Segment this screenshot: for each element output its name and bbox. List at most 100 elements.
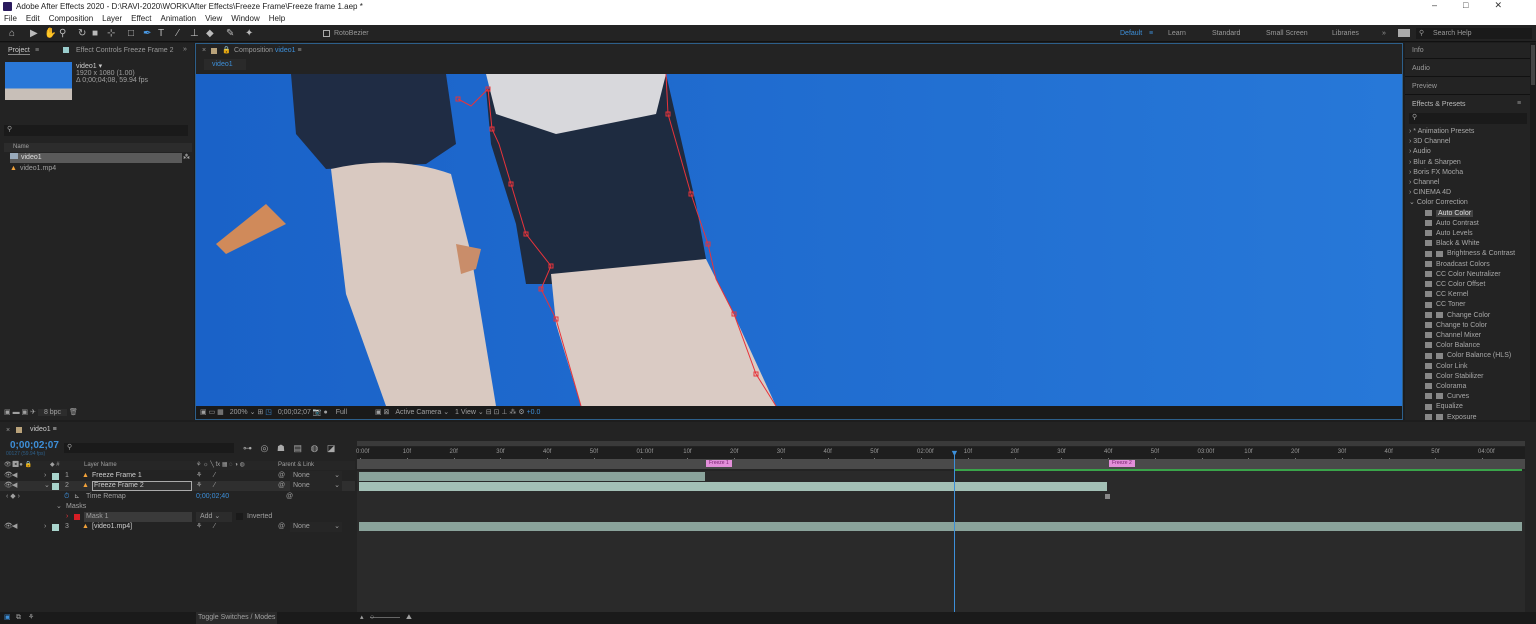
- column-layer-name[interactable]: Layer Name: [84, 461, 117, 470]
- audio-icon[interactable]: ◀: [12, 471, 17, 481]
- viewer-timecode[interactable]: 0;00;02;07: [278, 409, 311, 416]
- effect-item[interactable]: CC Toner: [1425, 300, 1465, 310]
- menu-edit[interactable]: Edit: [26, 13, 40, 25]
- effect-item[interactable]: Broadcast Colors: [1425, 260, 1490, 270]
- resolution-select[interactable]: Full: [336, 409, 347, 416]
- audio-icon[interactable]: ◀: [12, 481, 17, 491]
- snapshot-icon[interactable]: 📷: [313, 409, 322, 416]
- layer-name[interactable]: [video1.mp4]: [92, 522, 132, 532]
- panel-menu-icon[interactable]: ≡: [35, 47, 39, 54]
- mask-name[interactable]: Mask 1: [84, 512, 192, 522]
- zoom-icon[interactable]: ⚲: [59, 28, 66, 39]
- menu-file[interactable]: File: [4, 13, 17, 25]
- exposure-value[interactable]: +0.0: [527, 409, 541, 416]
- chevron-down-icon[interactable]: ⌄: [44, 481, 50, 491]
- audio-panel[interactable]: Audio: [1412, 65, 1430, 72]
- marker-freeze-1[interactable]: Freeze 1: [706, 460, 732, 467]
- project-search-input[interactable]: ⚲: [4, 125, 188, 136]
- effect-item[interactable]: CC Color Offset: [1425, 280, 1485, 290]
- new-comp-icon[interactable]: ▣: [22, 409, 29, 416]
- eraser-icon[interactable]: ◆: [206, 28, 214, 39]
- hand-icon[interactable]: ✋: [44, 28, 56, 39]
- close-tab-icon[interactable]: ×: [6, 427, 10, 434]
- flowchart-icon[interactable]: ⁂: [509, 409, 516, 416]
- comp-flowchart-icon[interactable]: ⊶: [243, 443, 252, 453]
- zoom-select[interactable]: 200%: [230, 409, 248, 416]
- zoom-slider-handle[interactable]: ○: [370, 612, 374, 624]
- pickwhip-icon[interactable]: @: [278, 481, 285, 491]
- toggle-pixel-icon[interactable]: ⊟: [486, 409, 492, 416]
- view-layout-select[interactable]: 1 View: [455, 409, 476, 416]
- effect-item[interactable]: Auto Color: [1425, 209, 1474, 219]
- effect-item[interactable]: Channel Mixer: [1425, 331, 1481, 341]
- menu-effect[interactable]: Effect: [131, 13, 151, 25]
- info-panel[interactable]: Info: [1412, 47, 1424, 54]
- collapse-switch-icon[interactable]: ⚘: [196, 471, 202, 481]
- layer-bar-freeze-frame-2[interactable]: [359, 482, 1107, 491]
- chevron-down-icon[interactable]: ⌄: [56, 502, 62, 512]
- chevron-right-icon[interactable]: ›: [66, 512, 68, 522]
- stopwatch-icon[interactable]: ⏱: [64, 492, 69, 502]
- parent-select[interactable]: None ⌄: [290, 481, 342, 491]
- zoom-out-icon[interactable]: ▴: [360, 612, 364, 624]
- effect-item[interactable]: CC Kernel: [1425, 290, 1468, 300]
- mask-color-swatch[interactable]: [74, 514, 80, 520]
- layer-bar-freeze-frame-1[interactable]: [359, 472, 705, 481]
- parent-select[interactable]: None ⌄: [290, 471, 342, 481]
- effect-item[interactable]: Color Balance: [1425, 341, 1480, 351]
- graph-editor-icon[interactable]: ◪: [327, 443, 336, 453]
- label-color[interactable]: [52, 473, 59, 480]
- effect-item[interactable]: Color Link: [1425, 362, 1468, 372]
- motion-blur-icon[interactable]: ◍: [311, 443, 319, 453]
- chevron-right-icon[interactable]: ›: [44, 471, 46, 481]
- workspace-small-screen[interactable]: Small Screen: [1266, 30, 1308, 37]
- effect-item[interactable]: CC Color Neutralizer: [1425, 270, 1501, 280]
- workspace-learn[interactable]: Learn: [1168, 30, 1186, 37]
- chevron-right-icon[interactable]: ›: [44, 522, 46, 532]
- track-area[interactable]: [357, 471, 1525, 612]
- home-icon[interactable]: ⌂: [9, 28, 15, 39]
- menu-animation[interactable]: Animation: [160, 13, 196, 25]
- collapse-switch-icon[interactable]: ⚘: [196, 481, 202, 491]
- work-area-bar[interactable]: [357, 441, 1525, 446]
- exposure-icon[interactable]: ⚙: [518, 409, 524, 416]
- effect-item[interactable]: Black & White: [1425, 239, 1480, 249]
- transparency-icon[interactable]: ◳: [265, 409, 272, 416]
- playhead-line[interactable]: [954, 452, 955, 612]
- category-item[interactable]: › Blur & Sharpen: [1409, 158, 1461, 168]
- selection-icon[interactable]: ▶: [30, 28, 38, 39]
- mask-row[interactable]: › Mask 1 Add ⌄ Inverted: [0, 512, 355, 522]
- lock-icon[interactable]: 🔒: [222, 46, 231, 54]
- effect-item[interactable]: Brightness & Contrast: [1425, 249, 1515, 259]
- effect-item[interactable]: Change to Color: [1425, 321, 1487, 331]
- inverted-checkbox[interactable]: [236, 513, 243, 520]
- tab-composition[interactable]: Composition video1 ≡: [234, 47, 302, 54]
- pan-behind-icon[interactable]: ⊹: [107, 28, 115, 39]
- keyframe[interactable]: [1105, 494, 1110, 499]
- effect-item[interactable]: Change Color: [1425, 311, 1490, 321]
- rectangle-icon[interactable]: □: [128, 28, 134, 39]
- puppet-icon[interactable]: ✦: [245, 28, 253, 39]
- quality-switch-icon[interactable]: ⁄: [214, 522, 215, 532]
- effect-item[interactable]: Auto Levels: [1425, 229, 1473, 239]
- effect-item[interactable]: Exposure: [1425, 413, 1477, 420]
- mask-mode-select[interactable]: Add ⌄: [196, 512, 232, 522]
- layer-bar-video1-mp4[interactable]: [359, 522, 1522, 531]
- zoom-in-icon[interactable]: ⛰: [406, 612, 412, 624]
- menu-help[interactable]: Help: [269, 13, 285, 25]
- draft-3d-icon[interactable]: ◎: [261, 443, 269, 453]
- layer-name[interactable]: Freeze Frame 1: [92, 471, 142, 481]
- camera-icon[interactable]: ■: [92, 28, 98, 39]
- list-item[interactable]: ▲ video1.mp4: [10, 164, 56, 174]
- color-channel-icon[interactable]: ●: [324, 409, 328, 416]
- scrollbar[interactable]: [1530, 43, 1536, 420]
- comp-subtab[interactable]: video1: [204, 59, 246, 70]
- current-time[interactable]: 0;00;02;07: [10, 440, 59, 451]
- menu-window[interactable]: Window: [231, 13, 259, 25]
- rotate-icon[interactable]: ↻: [78, 28, 86, 39]
- layer-row[interactable]: 👁 ◀ ⌄ 2 ▲ Freeze Frame 2 ⚘ ⁄ @ None ⌄: [0, 481, 355, 491]
- panel-menu-icon[interactable]: ≡: [1517, 100, 1521, 107]
- effect-item[interactable]: Colorama: [1425, 382, 1466, 392]
- workspace-default[interactable]: Default: [1120, 30, 1142, 37]
- marker-track[interactable]: [357, 459, 1525, 469]
